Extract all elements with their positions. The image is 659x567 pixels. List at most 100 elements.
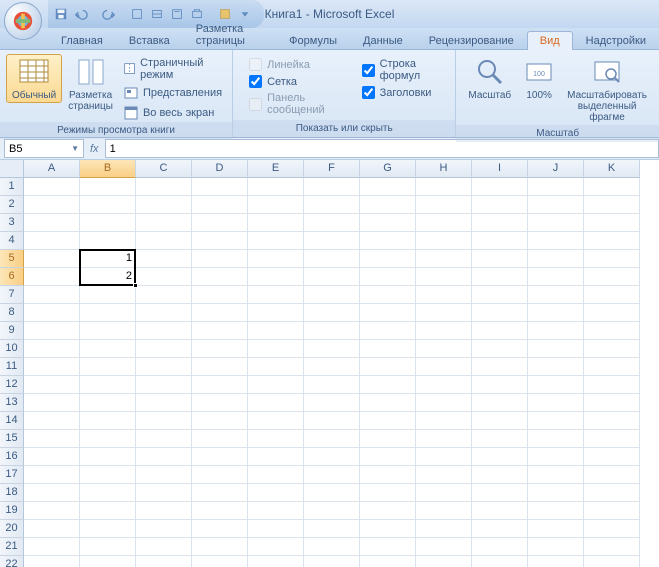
cell-I12[interactable]	[472, 376, 528, 394]
cell-C14[interactable]	[136, 412, 192, 430]
cell-G3[interactable]	[360, 214, 416, 232]
cell-D18[interactable]	[192, 484, 248, 502]
cell-E11[interactable]	[248, 358, 304, 376]
cell-A7[interactable]	[24, 286, 80, 304]
cell-B9[interactable]	[80, 322, 136, 340]
cell-J15[interactable]	[528, 430, 584, 448]
cell-B10[interactable]	[80, 340, 136, 358]
cell-F13[interactable]	[304, 394, 360, 412]
fill-handle[interactable]	[133, 283, 138, 288]
row-header-17[interactable]: 17	[0, 466, 24, 484]
cell-F12[interactable]	[304, 376, 360, 394]
cell-D1[interactable]	[192, 178, 248, 196]
cell-G17[interactable]	[360, 466, 416, 484]
cell-J14[interactable]	[528, 412, 584, 430]
cell-I4[interactable]	[472, 232, 528, 250]
cell-D22[interactable]	[192, 556, 248, 567]
cell-E7[interactable]	[248, 286, 304, 304]
cell-A12[interactable]	[24, 376, 80, 394]
cell-K17[interactable]	[584, 466, 640, 484]
cell-A4[interactable]	[24, 232, 80, 250]
cell-B1[interactable]	[80, 178, 136, 196]
cell-G4[interactable]	[360, 232, 416, 250]
cell-H12[interactable]	[416, 376, 472, 394]
cell-K6[interactable]	[584, 268, 640, 286]
row-header-22[interactable]: 22	[0, 556, 24, 567]
cell-G9[interactable]	[360, 322, 416, 340]
cell-J8[interactable]	[528, 304, 584, 322]
cell-E16[interactable]	[248, 448, 304, 466]
cell-I7[interactable]	[472, 286, 528, 304]
cell-G15[interactable]	[360, 430, 416, 448]
cell-A10[interactable]	[24, 340, 80, 358]
name-box[interactable]: B5 ▼	[4, 139, 84, 158]
row-header-13[interactable]: 13	[0, 394, 24, 412]
cell-I10[interactable]	[472, 340, 528, 358]
cell-B4[interactable]	[80, 232, 136, 250]
cell-B20[interactable]	[80, 520, 136, 538]
col-header-B[interactable]: B	[80, 160, 136, 178]
cell-J7[interactable]	[528, 286, 584, 304]
normal-view-button[interactable]: Обычный	[6, 54, 62, 103]
cell-G21[interactable]	[360, 538, 416, 556]
cell-F22[interactable]	[304, 556, 360, 567]
cell-A18[interactable]	[24, 484, 80, 502]
row-header-19[interactable]: 19	[0, 502, 24, 520]
cell-B19[interactable]	[80, 502, 136, 520]
cell-C8[interactable]	[136, 304, 192, 322]
row-header-10[interactable]: 10	[0, 340, 24, 358]
cell-F3[interactable]	[304, 214, 360, 232]
tab-главная[interactable]: Главная	[48, 31, 116, 50]
cell-E4[interactable]	[248, 232, 304, 250]
cell-K8[interactable]	[584, 304, 640, 322]
full-screen-button[interactable]: Во весь экран	[119, 104, 226, 122]
fx-icon[interactable]: fx	[90, 143, 99, 155]
cell-J18[interactable]	[528, 484, 584, 502]
cell-K20[interactable]	[584, 520, 640, 538]
qat-icon-5[interactable]	[148, 5, 166, 23]
cell-E6[interactable]	[248, 268, 304, 286]
cell-G5[interactable]	[360, 250, 416, 268]
row-header-6[interactable]: 6	[0, 268, 24, 286]
cell-J4[interactable]	[528, 232, 584, 250]
cell-I18[interactable]	[472, 484, 528, 502]
row-header-11[interactable]: 11	[0, 358, 24, 376]
cell-H4[interactable]	[416, 232, 472, 250]
cell-A9[interactable]	[24, 322, 80, 340]
cell-F8[interactable]	[304, 304, 360, 322]
cell-D12[interactable]	[192, 376, 248, 394]
cell-H3[interactable]	[416, 214, 472, 232]
cell-H11[interactable]	[416, 358, 472, 376]
cell-A13[interactable]	[24, 394, 80, 412]
cell-D20[interactable]	[192, 520, 248, 538]
cell-K19[interactable]	[584, 502, 640, 520]
cell-J17[interactable]	[528, 466, 584, 484]
row-header-7[interactable]: 7	[0, 286, 24, 304]
cell-B8[interactable]	[80, 304, 136, 322]
cell-F11[interactable]	[304, 358, 360, 376]
cell-D19[interactable]	[192, 502, 248, 520]
cell-G13[interactable]	[360, 394, 416, 412]
cell-D3[interactable]	[192, 214, 248, 232]
cell-C21[interactable]	[136, 538, 192, 556]
col-header-I[interactable]: I	[472, 160, 528, 178]
cell-C12[interactable]	[136, 376, 192, 394]
cell-B17[interactable]	[80, 466, 136, 484]
row-header-21[interactable]: 21	[0, 538, 24, 556]
cell-I11[interactable]	[472, 358, 528, 376]
cell-B16[interactable]	[80, 448, 136, 466]
col-header-G[interactable]: G	[360, 160, 416, 178]
cell-G16[interactable]	[360, 448, 416, 466]
cell-C4[interactable]	[136, 232, 192, 250]
cell-E22[interactable]	[248, 556, 304, 567]
custom-views-button[interactable]: Представления	[119, 84, 226, 102]
cell-D7[interactable]	[192, 286, 248, 304]
select-all-corner[interactable]	[0, 160, 24, 178]
row-header-15[interactable]: 15	[0, 430, 24, 448]
col-header-F[interactable]: F	[304, 160, 360, 178]
cell-F16[interactable]	[304, 448, 360, 466]
cell-D15[interactable]	[192, 430, 248, 448]
cell-A3[interactable]	[24, 214, 80, 232]
headings-checkbox[interactable]: Заголовки	[362, 86, 440, 99]
cell-A2[interactable]	[24, 196, 80, 214]
